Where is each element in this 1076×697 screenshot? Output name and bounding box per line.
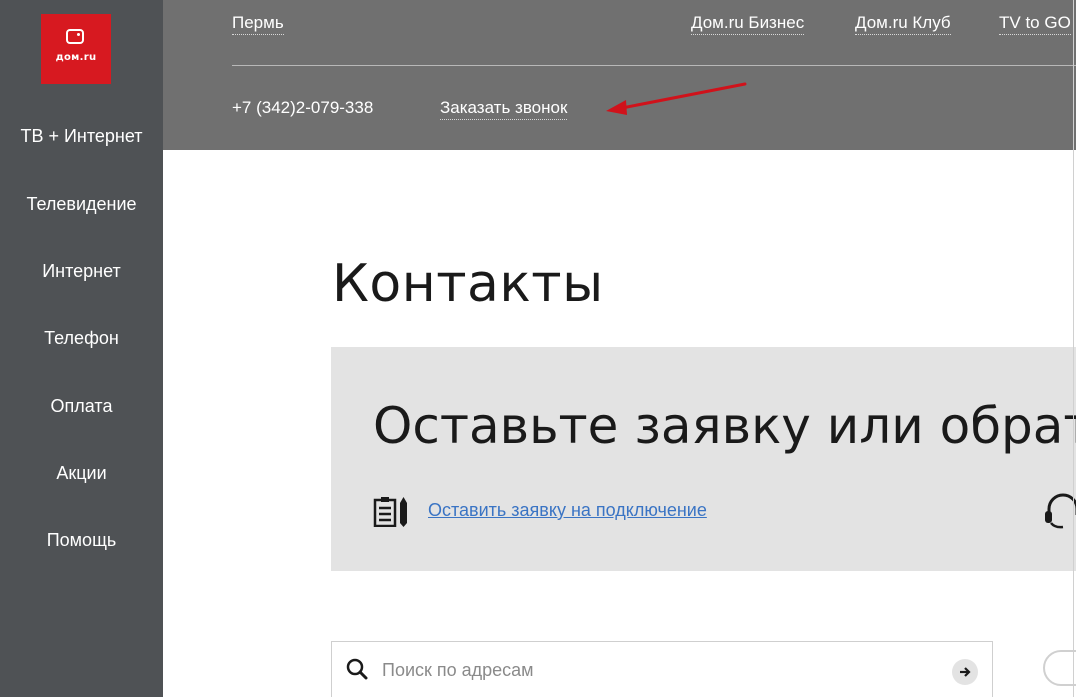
top-link-club[interactable]: Дом.ru Клуб [855,12,951,35]
sidebar-item-help[interactable]: Помощь [0,530,163,551]
address-search [331,641,993,697]
phone-number: +7 (342)2-079-338 [232,98,374,117]
request-panel: Оставьте заявку или обратитесь Оставить … [331,347,1076,571]
view-toggle[interactable] [1043,650,1076,686]
page-title: Контакты [332,254,604,314]
logo-text: дом.ru [55,52,97,63]
apply-connection-link[interactable]: Оставить заявку на подключение [428,500,707,521]
request-callback-link[interactable]: Заказать звонок [440,97,568,120]
search-submit-button[interactable] [952,659,978,685]
sidebar-item-internet[interactable]: Интернет [0,261,163,282]
window-edge [1073,0,1074,697]
sidebar-item-tv[interactable]: Телевидение [0,194,163,215]
headset-icon[interactable] [1043,493,1076,529]
sidebar-item-payment[interactable]: Оплата [0,396,163,417]
city-selector[interactable]: Пермь [232,12,284,35]
logo-mark-icon [66,29,84,44]
sidebar-item-promotions[interactable]: Акции [0,463,163,484]
top-link-tv-to-go[interactable]: TV to GO [999,12,1071,35]
logo[interactable]: дом.ru [41,14,111,84]
document-pencil-icon [373,497,407,527]
sidebar-item-phone[interactable]: Телефон [0,328,163,349]
sidebar: дом.ru ТВ + Интернет Телевидение Интерне… [0,0,163,697]
panel-heading: Оставьте заявку или обратитесь [373,397,1076,455]
search-input[interactable] [380,654,924,686]
top-link-business[interactable]: Дом.ru Бизнес [691,12,805,35]
sidebar-item-tv-internet[interactable]: ТВ + Интернет [0,126,163,147]
top-bar: Пермь Дом.ru Бизнес Дом.ru Клуб TV to GO… [163,0,1076,150]
arrow-right-icon [960,667,971,677]
search-icon [346,658,368,680]
header-divider [232,65,1076,66]
